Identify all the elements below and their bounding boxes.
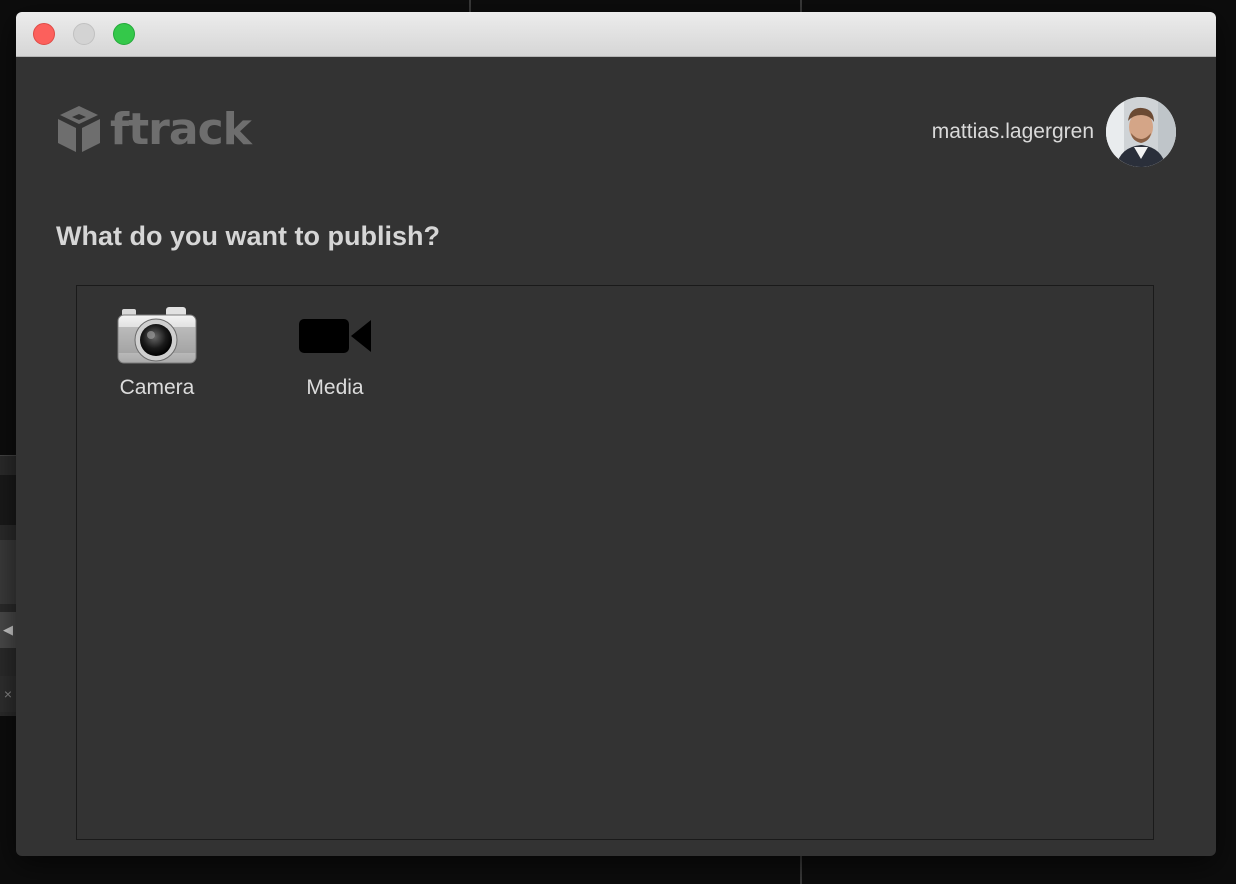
title-bar[interactable] (16, 12, 1216, 57)
ftrack-logo-icon (58, 106, 100, 152)
background-button[interactable] (0, 540, 16, 604)
page-title: What do you want to publish? (56, 221, 440, 251)
background-arrow-left-icon[interactable]: ◀ (0, 612, 16, 648)
publish-window: ftrack mattias.lagergren What do you wan… (16, 12, 1216, 856)
publish-option-media[interactable]: Media (275, 302, 395, 400)
background-divider (800, 856, 802, 884)
close-window-button[interactable] (33, 23, 55, 45)
publish-option-label: Camera (119, 376, 195, 399)
maximize-window-button[interactable] (113, 23, 135, 45)
window-content: ftrack mattias.lagergren What do you wan… (16, 57, 1216, 856)
publish-option-label: Media (306, 376, 364, 399)
username: mattias.lagergren (931, 120, 1094, 143)
user-info: mattias.lagergren (932, 97, 1176, 167)
ftrack-wordmark: ftrack (110, 104, 252, 155)
publish-options-panel: Camera Media (76, 285, 1154, 840)
video-camera-icon (275, 302, 395, 370)
camera-icon (97, 302, 217, 370)
background-strip (0, 475, 16, 525)
ftrack-logo: ftrack (56, 104, 252, 156)
publish-option-camera[interactable]: Camera (97, 302, 217, 400)
minimize-window-button[interactable] (73, 23, 95, 45)
avatar-photo (1106, 97, 1176, 167)
avatar[interactable] (1106, 97, 1176, 167)
background-close-icon[interactable]: × (0, 676, 16, 712)
